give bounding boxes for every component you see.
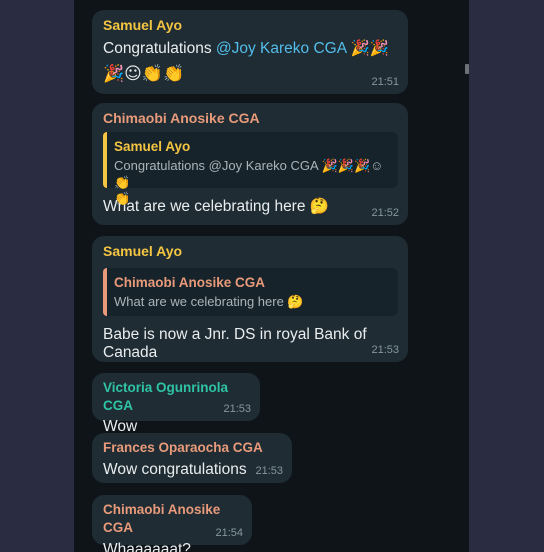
- quote-bar: [103, 268, 107, 316]
- sender-name: Frances Oparaocha CGA: [103, 440, 263, 455]
- message-time: 21:51: [371, 76, 399, 88]
- message-time: 21:53: [223, 403, 251, 415]
- quoted-message[interactable]: Samuel Ayo Congratulations @Joy Kareko C…: [103, 132, 398, 207]
- sender-name: Samuel Ayo: [103, 243, 183, 259]
- quote-sender: Chimaobi Anosike CGA: [114, 275, 266, 290]
- quote-sender: Samuel Ayo: [114, 139, 191, 154]
- scrollbar-thumb[interactable]: [465, 64, 469, 74]
- sender-name: Samuel Ayo: [103, 17, 183, 33]
- message-bubble[interactable]: Samuel Ayo Congratulations @Joy Kareko C…: [92, 10, 408, 94]
- message-text: Whaaaaaat?: [103, 541, 191, 552]
- message-text: Babe is now a Jnr. DS in royal Bank of C…: [103, 326, 367, 361]
- message-bubble[interactable]: Chimaobi Anosike CGA Samuel Ayo Congratu…: [92, 103, 408, 225]
- message-bubble[interactable]: Victoria Ogunrinola CGA Wow 21:53: [92, 373, 260, 435]
- message-time: 21:53: [255, 465, 283, 477]
- message-bubble[interactable]: Samuel Ayo Chimaobi Anosike CGA What are…: [92, 236, 408, 362]
- message-time: 21:53: [371, 344, 399, 356]
- quote-text: What are we celebrating here 🤔: [114, 294, 304, 309]
- message-time: 21:54: [215, 527, 243, 539]
- message-text: Congratulations @Joy Kareko CGA 🎉🎉: [103, 39, 398, 58]
- quote-bar: [103, 132, 107, 188]
- quote-text: Congratulations @Joy Kareko CGA 🎉🎉🎉☺👏: [114, 158, 384, 190]
- mention-link[interactable]: @Joy Kareko CGA: [216, 40, 346, 57]
- quote-text-continued: 👏: [114, 192, 131, 207]
- party-popper-emoji: 🎉🎉: [350, 39, 390, 57]
- emoji-line: 🎉☺👏👏: [103, 64, 185, 84]
- message-text-prefix: Congratulations: [103, 40, 216, 57]
- chat-background: Samuel Ayo Congratulations @Joy Kareko C…: [74, 0, 469, 552]
- sender-name: Chimaobi Anosike CGA: [103, 110, 260, 126]
- quoted-message[interactable]: Chimaobi Anosike CGA What are we celebra…: [103, 268, 398, 316]
- message-bubble[interactable]: Chimaobi Anosike CGA Whaaaaaat? 21:54: [92, 495, 252, 552]
- message-bubble[interactable]: Frances Oparaocha CGA Wow congratulation…: [92, 433, 292, 483]
- message-time: 21:52: [371, 207, 399, 219]
